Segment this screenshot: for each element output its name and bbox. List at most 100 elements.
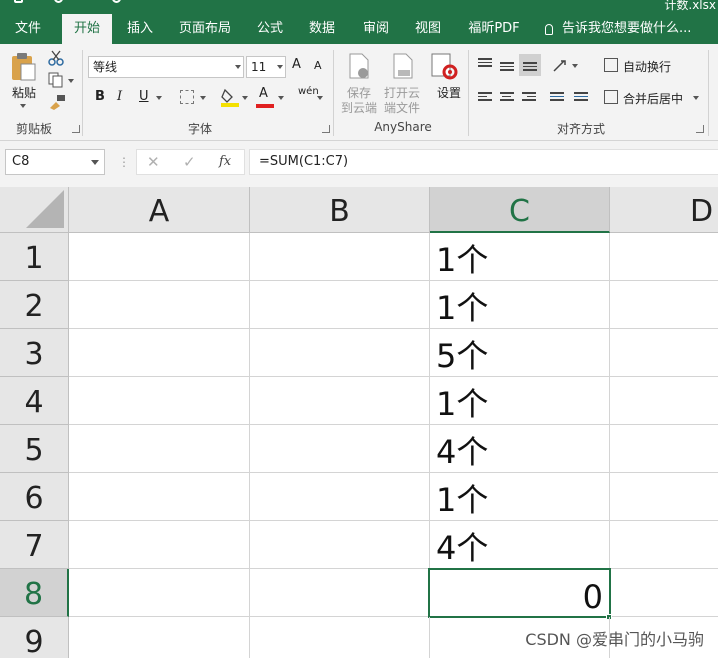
cloud-file-icon[interactable]: [390, 52, 416, 80]
borders-icon[interactable]: [180, 90, 194, 104]
customize-qat-icon[interactable]: [154, 0, 163, 3]
column-header-b[interactable]: B: [250, 187, 430, 233]
column-header-c[interactable]: C: [430, 187, 610, 233]
cell-b7[interactable]: [250, 521, 430, 569]
cell-d2[interactable]: [610, 281, 718, 329]
phonetic-guide-button[interactable]: wén: [298, 86, 319, 97]
open-cloud-file-line2[interactable]: 端文件: [384, 99, 420, 116]
cell-b9[interactable]: [250, 617, 430, 658]
cell-d1[interactable]: [610, 233, 718, 281]
tab-view[interactable]: 视图: [406, 14, 450, 44]
font-launcher-icon[interactable]: [322, 125, 330, 133]
clipboard-launcher-icon[interactable]: [72, 125, 80, 133]
cell-a5[interactable]: [69, 425, 250, 473]
align-left-icon[interactable]: [478, 92, 492, 104]
cell-a2[interactable]: [69, 281, 250, 329]
tab-home[interactable]: 开始: [62, 14, 112, 45]
select-all-button[interactable]: [0, 187, 69, 233]
cell-c4[interactable]: 1个: [430, 377, 610, 425]
tab-review[interactable]: 审阅: [354, 14, 398, 44]
cell-a4[interactable]: [69, 377, 250, 425]
font-color-icon[interactable]: A: [256, 86, 274, 108]
tab-formulas[interactable]: 公式: [248, 14, 292, 44]
row-header-4[interactable]: 4: [0, 377, 69, 425]
cell-d3[interactable]: [610, 329, 718, 377]
cell-a9[interactable]: [69, 617, 250, 658]
cell-b4[interactable]: [250, 377, 430, 425]
tab-data[interactable]: 数据: [300, 14, 344, 44]
cloud-upload-icon[interactable]: [346, 52, 372, 80]
save-to-cloud-line2[interactable]: 到云端: [341, 99, 377, 116]
settings-gear-icon[interactable]: [430, 52, 458, 80]
row-header-3[interactable]: 3: [0, 329, 69, 377]
wrap-text-button[interactable]: 自动换行: [623, 58, 671, 75]
phonetic-dropdown-icon[interactable]: [317, 96, 323, 100]
cell-b2[interactable]: [250, 281, 430, 329]
align-center-icon[interactable]: [500, 92, 514, 104]
cell-a1[interactable]: [69, 233, 250, 281]
save-icon[interactable]: [14, 0, 23, 3]
tab-insert[interactable]: 插入: [116, 14, 164, 44]
format-painter-icon[interactable]: [48, 94, 66, 110]
cut-icon[interactable]: [48, 50, 64, 66]
tab-foxit-pdf[interactable]: 福昕PDF: [460, 14, 528, 44]
formula-input[interactable]: =SUM(C1:C7): [249, 149, 718, 175]
cell-a3[interactable]: [69, 329, 250, 377]
cell-c1[interactable]: 1个: [430, 233, 610, 281]
cell-c8[interactable]: 0: [428, 568, 611, 618]
underline-button[interactable]: U: [139, 89, 149, 104]
row-header-8[interactable]: 8: [0, 569, 69, 617]
orientation-dropdown-icon[interactable]: [572, 64, 578, 68]
paste-button[interactable]: 粘贴: [12, 84, 36, 101]
tab-file[interactable]: 文件: [0, 14, 56, 44]
cell-d7[interactable]: [610, 521, 718, 569]
borders-dropdown-icon[interactable]: [200, 96, 206, 100]
cell-b3[interactable]: [250, 329, 430, 377]
cell-a7[interactable]: [69, 521, 250, 569]
decrease-indent-icon[interactable]: [550, 92, 564, 104]
row-header-5[interactable]: 5: [0, 425, 69, 473]
redo-icon[interactable]: [112, 0, 121, 3]
merge-dropdown-icon[interactable]: [693, 96, 699, 100]
cancel-icon[interactable]: ✕: [147, 153, 160, 171]
font-size-dropdown-icon[interactable]: [277, 65, 283, 69]
cell-b1[interactable]: [250, 233, 430, 281]
cell-a6[interactable]: [69, 473, 250, 521]
row-header-7[interactable]: 7: [0, 521, 69, 569]
font-name-dropdown-icon[interactable]: [235, 65, 241, 69]
shrink-font-button[interactable]: A: [314, 59, 322, 72]
align-top-icon[interactable]: [478, 58, 492, 70]
name-box-dropdown-icon[interactable]: [91, 160, 99, 165]
tab-page-layout[interactable]: 页面布局: [172, 14, 238, 44]
cell-b5[interactable]: [250, 425, 430, 473]
cell-d8[interactable]: [611, 569, 718, 617]
underline-dropdown-icon[interactable]: [156, 96, 162, 100]
align-bottom-button[interactable]: [519, 54, 541, 76]
cell-b6[interactable]: [250, 473, 430, 521]
name-box[interactable]: C8: [5, 149, 105, 175]
undo-icon[interactable]: [54, 0, 63, 3]
row-header-2[interactable]: 2: [0, 281, 69, 329]
cell-c7[interactable]: 4个: [430, 521, 610, 569]
fill-color-icon[interactable]: [221, 88, 239, 108]
cell-c6[interactable]: 1个: [430, 473, 610, 521]
column-header-d[interactable]: D: [610, 187, 718, 233]
grow-font-button[interactable]: A: [292, 57, 301, 72]
cell-b8[interactable]: [250, 569, 430, 617]
column-header-a[interactable]: A: [69, 187, 250, 233]
paste-icon[interactable]: [10, 52, 36, 82]
cell-c3[interactable]: 5个: [430, 329, 610, 377]
copy-icon[interactable]: [48, 72, 64, 88]
row-header-1[interactable]: 1: [0, 233, 69, 281]
tell-me-search[interactable]: 告诉我您想要做什么...: [560, 14, 718, 44]
row-header-6[interactable]: 6: [0, 473, 69, 521]
font-name-select[interactable]: 等线: [88, 56, 244, 78]
align-right-icon[interactable]: [522, 92, 536, 104]
align-middle-icon[interactable]: [500, 62, 514, 74]
fill-color-dropdown-icon[interactable]: [242, 96, 248, 100]
copy-dropdown-icon[interactable]: [68, 79, 74, 83]
alignment-launcher-icon[interactable]: [696, 125, 704, 133]
cell-d4[interactable]: [610, 377, 718, 425]
font-color-dropdown-icon[interactable]: [278, 96, 284, 100]
merge-center-button[interactable]: 合并后居中: [623, 90, 683, 107]
